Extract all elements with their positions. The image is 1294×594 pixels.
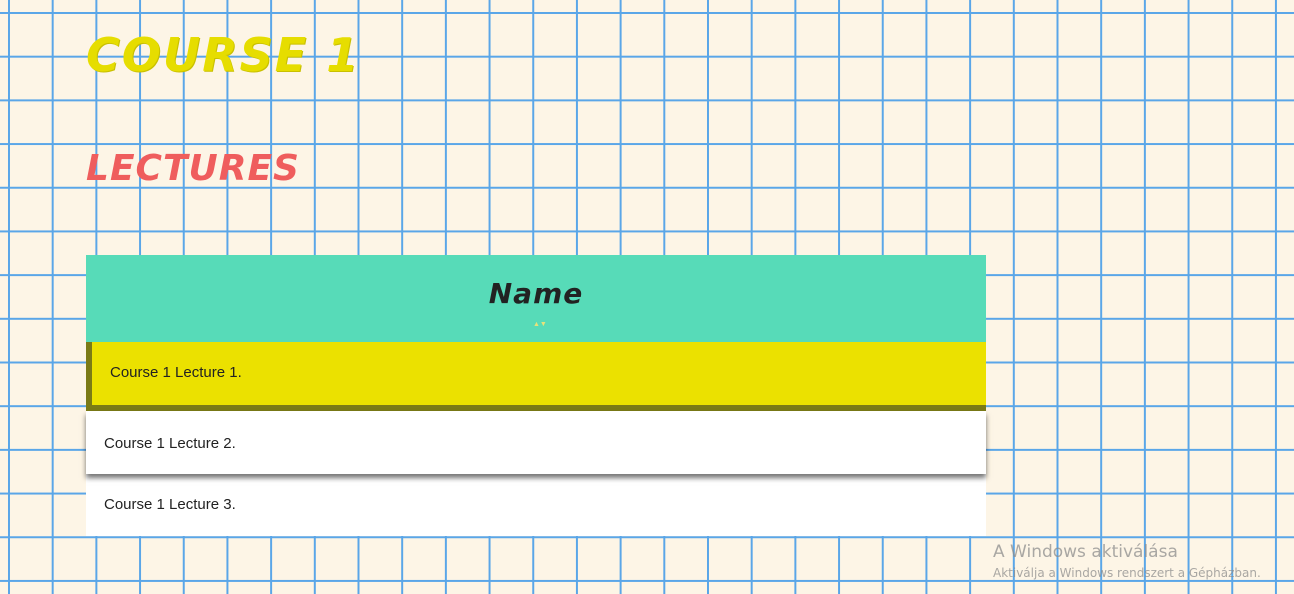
- section-title: Lectures: [86, 148, 300, 189]
- table-row[interactable]: Course 1 Lecture 3.: [86, 474, 986, 536]
- windows-activation-watermark: A Windows aktiválása Aktiválja a Windows…: [993, 541, 1261, 583]
- watermark-title: A Windows aktiválása: [993, 542, 1178, 562]
- lectures-table: Name ▲▼ Course 1 Lecture 1. Course 1 Lec…: [86, 255, 986, 536]
- table-header-name[interactable]: Name ▲▼: [86, 255, 986, 342]
- lecture-name[interactable]: Course 1 Lecture 2.: [104, 435, 236, 452]
- table-row[interactable]: Course 1 Lecture 2.: [86, 411, 986, 474]
- sort-arrows-icon[interactable]: ▲▼: [533, 321, 547, 328]
- lecture-name[interactable]: Course 1 Lecture 1.: [110, 364, 242, 381]
- watermark-subtitle: Aktiválja a Windows rendszert a Gépházba…: [993, 566, 1261, 580]
- lecture-name[interactable]: Course 1 Lecture 3.: [104, 496, 236, 513]
- course-title: Course 1: [86, 28, 361, 82]
- column-header-name: Name: [488, 277, 584, 310]
- table-row[interactable]: Course 1 Lecture 1.: [86, 342, 986, 411]
